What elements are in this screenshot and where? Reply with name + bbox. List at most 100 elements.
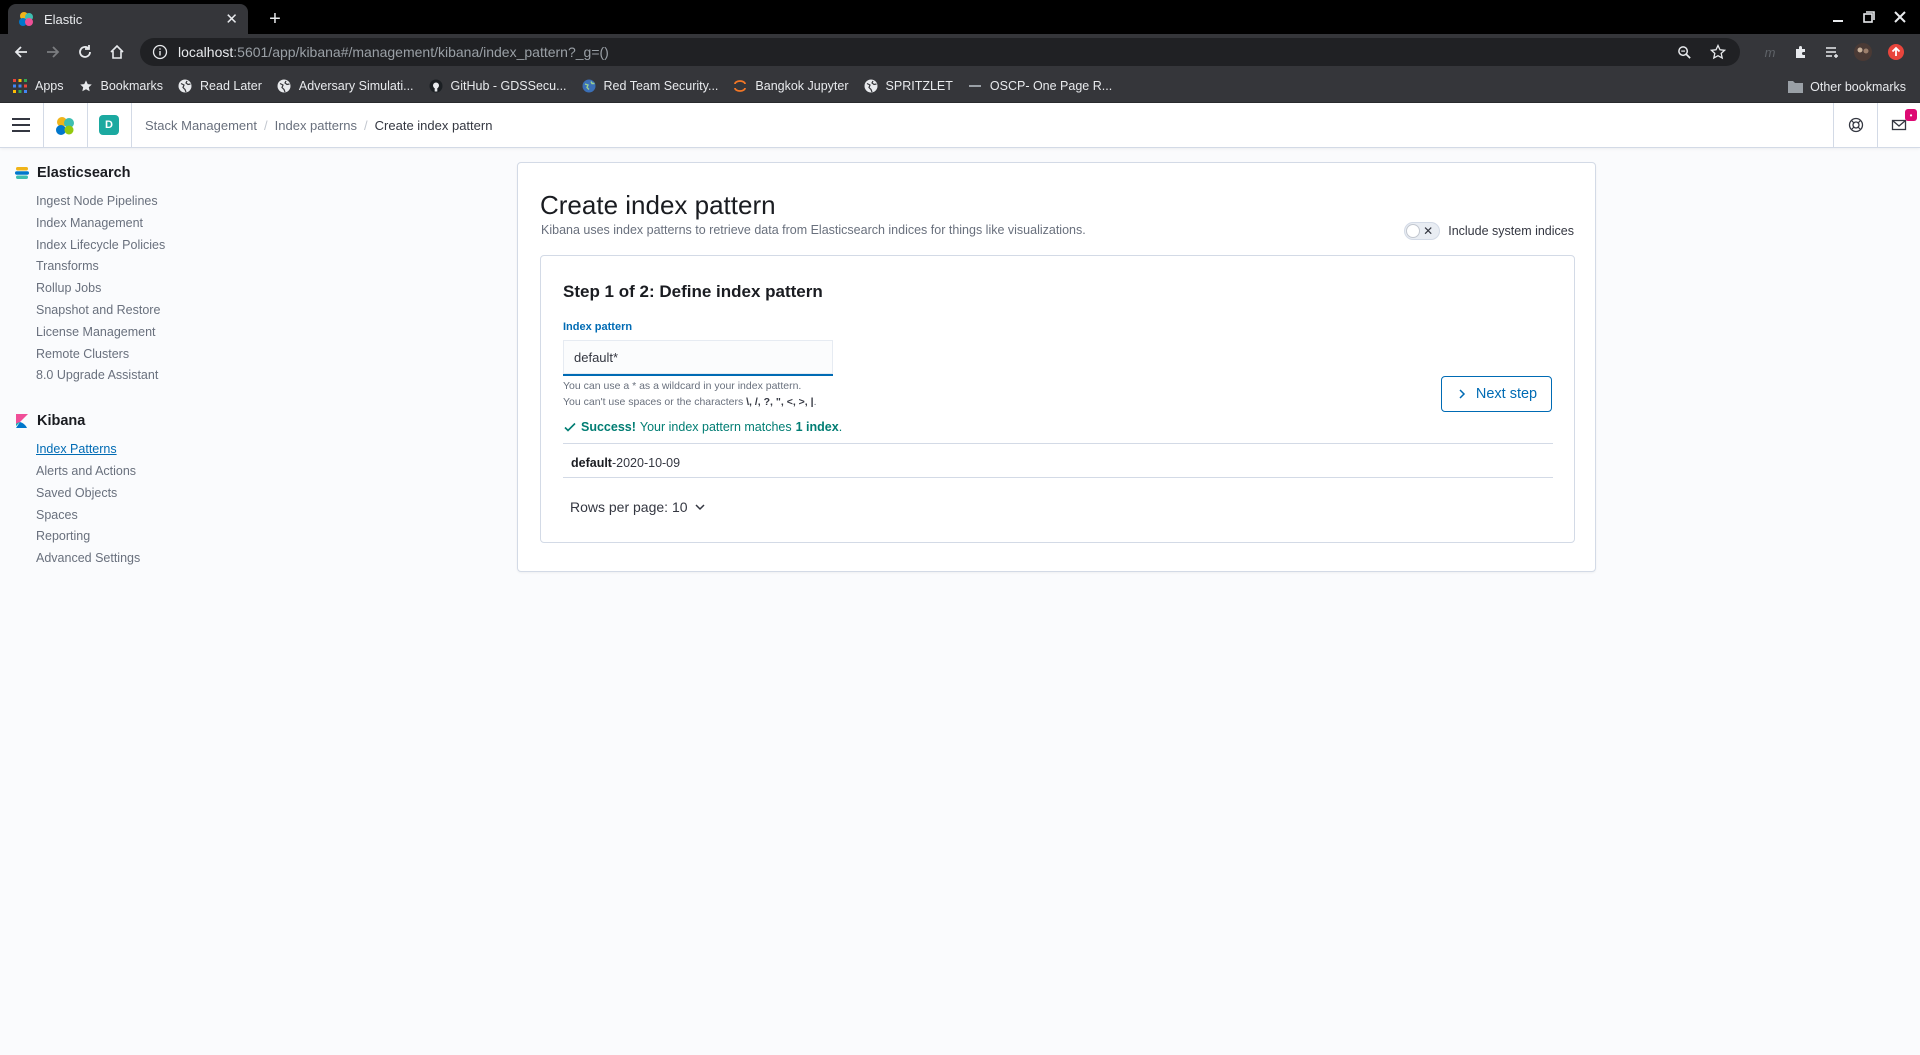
sidebar-item-upgrade-assistant[interactable]: 8.0 Upgrade Assistant <box>36 365 255 387</box>
bookmark-oscp[interactable]: OSCP- One Page R... <box>967 78 1112 94</box>
breadcrumb-current: Create index pattern <box>374 117 493 133</box>
toggle-switch[interactable]: ✕ <box>1404 222 1441 240</box>
sidebar-item-rollup-jobs[interactable]: Rollup Jobs <box>36 278 255 300</box>
site-info-icon[interactable] <box>152 44 168 60</box>
header-divider <box>131 103 132 147</box>
tab-close-icon[interactable]: ✕ <box>225 10 238 28</box>
sidebar-item-saved-objects[interactable]: Saved Objects <box>36 483 255 505</box>
back-icon[interactable] <box>8 39 34 65</box>
zoom-icon[interactable] <box>1677 38 1692 66</box>
update-icon[interactable] <box>1883 39 1909 65</box>
step-title: Step 1 of 2: Define index pattern <box>563 282 823 301</box>
notification-badge: • <box>1905 109 1917 121</box>
breadcrumb-separator: / <box>364 117 368 133</box>
header-divider <box>87 103 88 147</box>
help-icon[interactable] <box>1845 114 1867 136</box>
url-path: :5601/app/kibana#/management/kibana/inde… <box>233 44 609 60</box>
sidebar-item-index-patterns[interactable]: Index Patterns <box>36 439 255 461</box>
include-system-indices-toggle[interactable]: ✕ Include system indices <box>1404 222 1574 240</box>
browser-tab[interactable]: Elastic ✕ <box>8 4 248 34</box>
new-tab-icon[interactable]: + <box>262 6 288 32</box>
bookmark-bookmarks[interactable]: Bookmarks <box>78 78 164 94</box>
sidebar-item-license-management[interactable]: License Management <box>36 322 255 344</box>
table-row: default-2020-10-09 <box>571 456 680 470</box>
chevron-right-icon <box>1459 389 1465 399</box>
success-end: . <box>838 420 843 434</box>
bookmark-apps[interactable]: Apps <box>12 78 64 94</box>
jupyter-icon <box>732 78 748 94</box>
newsfeed-mail-icon[interactable]: • <box>1888 109 1917 136</box>
toggle-knob <box>1406 224 1421 238</box>
reload-icon[interactable] <box>72 39 98 65</box>
browser-toolbar: localhost:5601/app/kibana#/management/ki… <box>0 34 1920 70</box>
sidebar-section-elasticsearch: Elasticsearch Ingest Node Pipelines Inde… <box>15 165 255 387</box>
bookmark-label: OSCP- One Page R... <box>989 79 1113 93</box>
breadcrumb-index-patterns[interactable]: Index patterns <box>275 118 357 133</box>
elastic-logo-icon[interactable] <box>53 114 77 138</box>
help-text-suffix: . <box>813 396 817 408</box>
dash-icon <box>967 78 983 94</box>
sidebar-item-spaces[interactable]: Spaces <box>36 505 255 527</box>
rows-per-page-dropdown[interactable]: Rows per page: 10 <box>570 499 706 515</box>
breadcrumb-stack-management[interactable]: Stack Management <box>145 118 257 133</box>
other-bookmarks-label: Other bookmarks <box>1810 79 1906 94</box>
table-divider <box>563 443 1553 444</box>
extension-m-icon[interactable]: m <box>1757 39 1783 65</box>
rows-per-page-label: Rows per page: 10 <box>570 499 688 515</box>
sidebar-item-snapshot-and-restore[interactable]: Snapshot and Restore <box>36 300 255 322</box>
check-icon <box>564 422 576 432</box>
reading-list-icon[interactable] <box>1819 39 1845 65</box>
bookmark-star-icon[interactable] <box>1710 38 1726 66</box>
close-window-icon[interactable] <box>1882 0 1918 34</box>
bookmark-label: SPRITZLET <box>885 79 953 93</box>
github-icon <box>428 78 444 94</box>
home-icon[interactable] <box>104 39 130 65</box>
sidebar-item-ingest-node-pipelines[interactable]: Ingest Node Pipelines <box>36 191 255 213</box>
sidebar-item-index-lifecycle-policies[interactable]: Index Lifecycle Policies <box>36 235 255 257</box>
extensions-puzzle-icon[interactable] <box>1788 39 1814 65</box>
index-pattern-input[interactable] <box>563 340 833 376</box>
tab-title: Elastic <box>44 11 83 27</box>
bookmark-label: Bookmarks <box>100 79 164 93</box>
hamburger-menu-icon[interactable] <box>10 114 32 136</box>
bookmark-jupyter[interactable]: Bangkok Jupyter <box>732 78 849 94</box>
breadcrumb-separator: / <box>264 117 268 133</box>
invalid-characters: \, /, ?, ", <, >, | <box>746 396 814 408</box>
other-bookmarks[interactable]: Other bookmarks <box>1788 70 1906 103</box>
elasticsearch-logo-icon <box>15 167 29 179</box>
sidebar-item-alerts-and-actions[interactable]: Alerts and Actions <box>36 461 255 483</box>
index-pattern-label: Index pattern <box>563 321 633 333</box>
bookmark-github[interactable]: GitHub - GDSSecu... <box>428 78 567 94</box>
sidebar-section-title: Kibana <box>15 413 255 429</box>
bookmark-red-team[interactable]: Red Team Security... <box>581 78 719 94</box>
match-success-message: Success! Your index pattern matches 1 in… <box>563 420 842 434</box>
forward-icon[interactable] <box>40 39 66 65</box>
sidebar-item-reporting[interactable]: Reporting <box>36 526 255 548</box>
toggle-off-icon: ✕ <box>1423 224 1434 238</box>
profile-avatar-icon[interactable] <box>1850 39 1876 65</box>
wildcard-help-text: You can use a * as a wildcard in your in… <box>563 380 802 392</box>
invalid-characters-help-text: You can't use spaces or the characters \… <box>563 396 817 408</box>
bookmark-read-later[interactable]: Read Later <box>177 78 262 94</box>
kibana-logo-icon <box>16 414 28 429</box>
globe-icon <box>177 78 193 94</box>
page-title: Create index pattern <box>540 190 776 220</box>
sidebar-section-kibana: Kibana Index Patterns Alerts and Actions… <box>15 413 255 570</box>
bookmark-label: Adversary Simulati... <box>298 79 414 93</box>
next-step-button[interactable]: Next step <box>1441 376 1552 412</box>
space-avatar[interactable]: D <box>99 115 119 135</box>
bookmark-label: Bangkok Jupyter <box>755 79 849 93</box>
bookmark-spritzlet[interactable]: SPRITZLET <box>863 78 953 94</box>
header-divider <box>1877 103 1878 147</box>
sidebar-item-advanced-settings[interactable]: Advanced Settings <box>36 548 255 570</box>
bookmark-label: Red Team Security... <box>603 79 719 93</box>
address-bar[interactable]: localhost:5601/app/kibana#/management/ki… <box>140 38 1740 66</box>
bookmark-adversary[interactable]: Adversary Simulati... <box>276 78 414 94</box>
sidebar-item-index-management[interactable]: Index Management <box>36 213 255 235</box>
sidebar-item-remote-clusters[interactable]: Remote Clusters <box>36 344 255 366</box>
globe-icon <box>276 78 292 94</box>
next-step-label: Next step <box>1475 386 1538 402</box>
success-count: 1 index <box>795 420 839 434</box>
sidebar-item-transforms[interactable]: Transforms <box>36 256 255 278</box>
apps-grid-icon <box>12 78 28 94</box>
